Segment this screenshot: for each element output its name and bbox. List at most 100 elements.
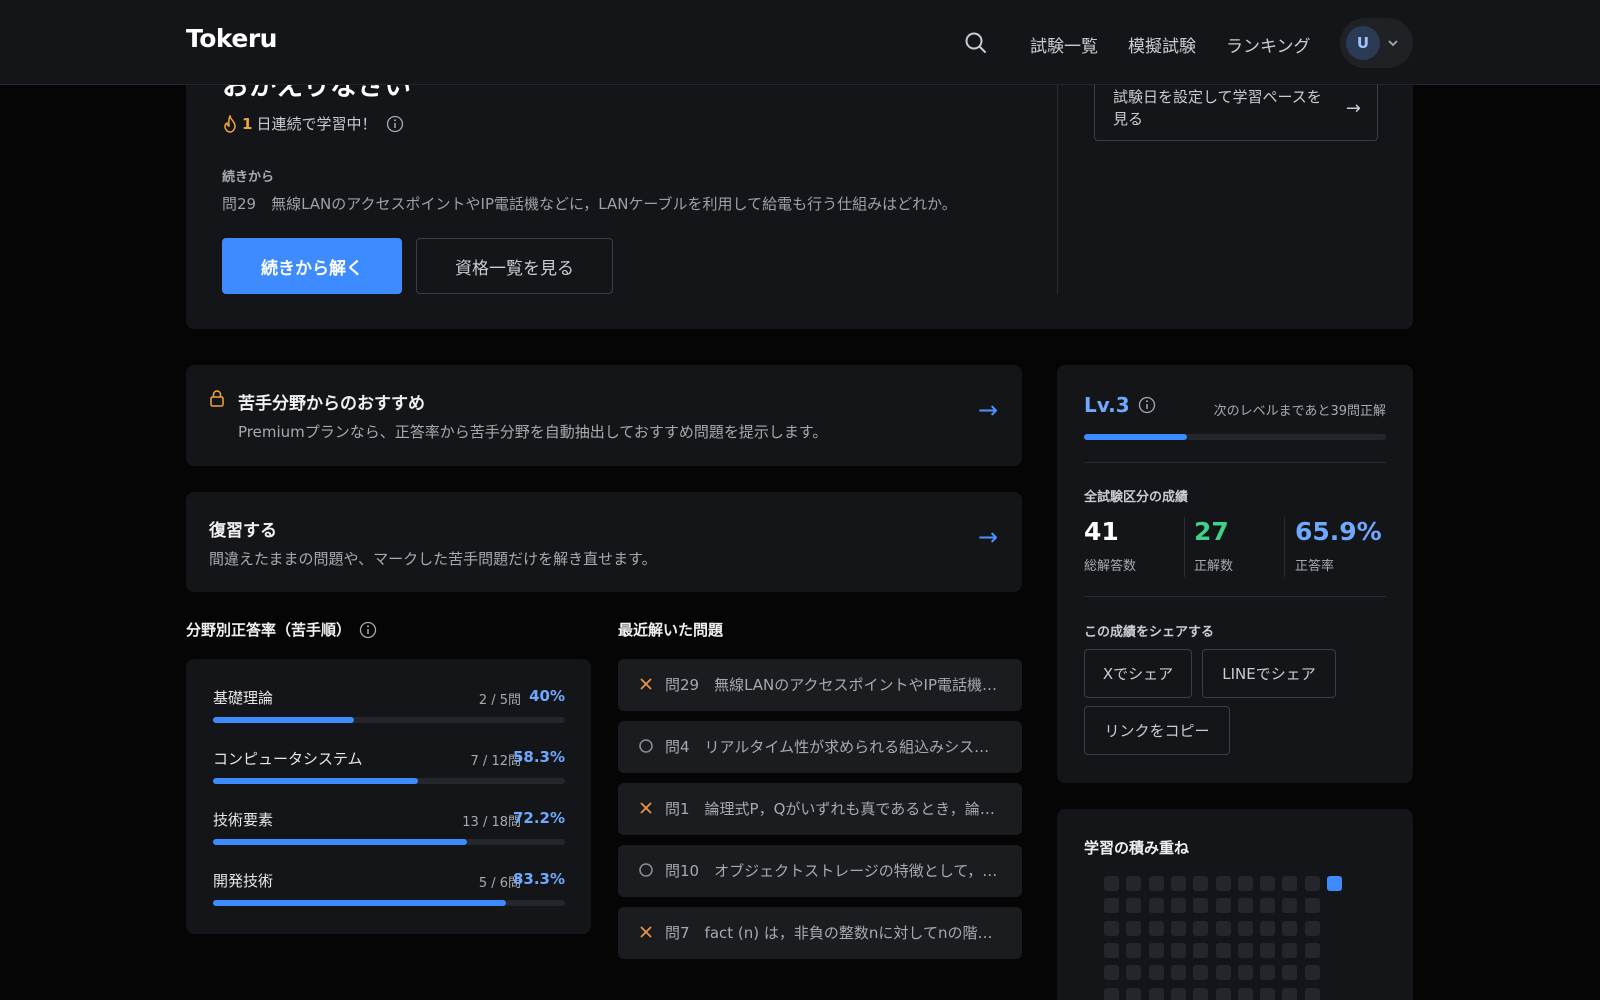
field-name: コンピュータシステム [213,750,363,768]
field-name: 基礎理論 [213,689,274,707]
study-stack-card: 学習の積み重ね [1057,809,1413,1000]
exam-date-label: 試験日を設定して学習ペースを見る [1113,88,1322,128]
arrow-right-icon: → [978,396,999,424]
recent-question-item[interactable]: 問1 論理式P，Qがいずれも真であるとき，論理式Rの真偽にかかわらず真になる式は… [618,783,1022,835]
activity-cell [1148,987,1164,1000]
activity-cell [1126,965,1142,981]
activity-cell [1193,876,1209,891]
nav-exam-list[interactable]: 試験一覧 [1030,32,1098,57]
activity-cell [1237,987,1253,1000]
activity-cell [1260,942,1276,958]
activity-cell [1148,876,1164,891]
progress-fill [213,839,468,845]
info-icon[interactable] [1138,396,1156,414]
recent-question-text: 問29 無線LANのアクセスポイントやIP電話機などに，LANケーブルを利用して… [665,676,1000,694]
field-row[interactable]: コンピュータシステム 7 / 12問 58.3% [213,748,565,788]
level-progress-fill [1084,434,1187,440]
activity-cell [1170,920,1186,936]
field-name: 技術要素 [213,811,274,829]
activity-cell [1304,965,1320,981]
recent-question-text: 問1 論理式P，Qがいずれも真であるとき，論理式Rの真偽にかかわらず真になる式は… [665,800,1000,818]
continue-button[interactable]: 続きから解く [222,238,402,294]
activity-cell [1104,965,1119,981]
activity-cell [1126,987,1142,1000]
review-card[interactable]: 復習する 間違えたままの問題や、マークした苦手問題だけを解き直せます。 → [186,492,1022,592]
progress-fill [213,900,507,906]
activity-cell [1126,920,1142,936]
level-progress-track [1084,434,1386,440]
activity-cell [1170,876,1186,891]
copy-link-button[interactable]: リンクをコピー [1084,706,1230,755]
activity-cell [1304,920,1320,936]
field-count: 2 / 5問 [478,693,521,708]
activity-cell [1215,876,1231,891]
arrow-right-icon: → [1345,98,1361,119]
activity-cell [1237,965,1253,981]
circle-icon [639,863,653,877]
activity-cell [1260,898,1276,914]
recent-title: 最近解いた問題 [618,621,724,639]
nav-ranking[interactable]: ランキング [1226,32,1311,57]
activity-cell [1215,987,1231,1000]
search-icon[interactable] [963,30,989,56]
divider [1084,596,1386,597]
correct-count-label: 正解数 [1194,559,1234,574]
exam-date-button[interactable]: 試験日を設定して学習ペースを見る → [1094,79,1378,141]
recent-question-text: 問10 オブジェクトストレージの特徴として，適切なものはどれか。 [665,862,1000,880]
share-label: この成績をシェアする [1084,625,1215,640]
activity-cell [1282,876,1298,891]
cross-icon [640,926,652,938]
recent-question-item[interactable]: 問7 fact (n) は，非負の整数nに対してnの階乗を返す。 [618,907,1022,959]
field-row[interactable]: 基礎理論 2 / 5問 40% [213,687,565,727]
share-line-button[interactable]: LINEでシェア [1202,649,1336,698]
qualification-list-button[interactable]: 資格一覧を見る [416,238,613,294]
correct-count-value: 27 [1194,517,1229,546]
total-answers-value: 41 [1084,517,1119,546]
recommend-desc: Premiumプランなら、正答率から苦手分野を自動抽出しておすすめ問題を提示しま… [238,423,828,441]
streak-text: 日連続で学習中！ [256,115,377,133]
progress-fill [213,717,354,723]
level-indicator: Lv.3 [1084,393,1156,417]
activity-cell [1215,920,1231,936]
activity-cell [1260,987,1276,1000]
activity-cell [1304,898,1320,914]
weak-recommend-card[interactable]: 苦手分野からのおすすめ Premiumプランなら、正答率から苦手分野を自動抽出し… [186,365,1022,466]
activity-cell [1237,876,1253,891]
recent-question-item[interactable]: 問29 無線LANのアクセスポイントやIP電話機などに，LANケーブルを利用して… [618,659,1022,711]
activity-cell [1170,965,1186,981]
field-row[interactable]: 開発技術 5 / 6問 83.3% [213,870,565,910]
activity-cell [1282,965,1298,981]
activity-cell [1260,920,1276,936]
activity-cell [1282,920,1298,936]
top-header: Tokeru 試験一覧 模擬試験 ランキング U [0,0,1600,85]
app-logo[interactable]: Tokeru [186,24,277,53]
activity-cell [1282,942,1298,958]
recent-question-text: 問4 リアルタイム性が求められる組込みシステムの説明として，適切なものはどれか。 [665,738,1000,756]
activity-cell [1148,920,1164,936]
streak-count: 1 [242,114,253,133]
activity-cell [1193,987,1209,1000]
activity-cell [1104,920,1119,936]
activity-cell [1304,876,1320,891]
activity-cell [1104,876,1119,891]
activity-cell [1148,965,1164,981]
nav-mock-exam[interactable]: 模擬試験 [1128,32,1196,57]
field-row[interactable]: 技術要素 13 / 18問 72.2% [213,809,565,849]
field-percent: 83.3% [512,870,565,888]
divider [1184,517,1185,577]
study-stack-title: 学習の積み重ね [1084,839,1190,857]
activity-cell [1327,876,1342,891]
info-icon[interactable] [359,621,377,639]
continue-question[interactable]: 問29 無線LANのアクセスポイントやIP電話機などに，LANケーブルを利用して… [222,193,997,214]
activity-cell [1193,920,1209,936]
recent-question-item[interactable]: 問10 オブジェクトストレージの特徴として，適切なものはどれか。 [618,845,1022,897]
activity-cell [1215,898,1231,914]
activity-cell [1170,898,1186,914]
activity-cell [1126,876,1142,891]
field-accuracy-card: 基礎理論 2 / 5問 40% コンピュータシステム 7 / 12問 58.3%… [186,659,591,934]
recent-question-item[interactable]: 問4 リアルタイム性が求められる組込みシステムの説明として，適切なものはどれか。 [618,721,1022,773]
info-icon[interactable] [386,115,404,133]
user-menu-button[interactable]: U [1340,18,1413,68]
share-x-button[interactable]: Xでシェア [1084,649,1192,698]
field-name: 開発技術 [213,872,274,890]
